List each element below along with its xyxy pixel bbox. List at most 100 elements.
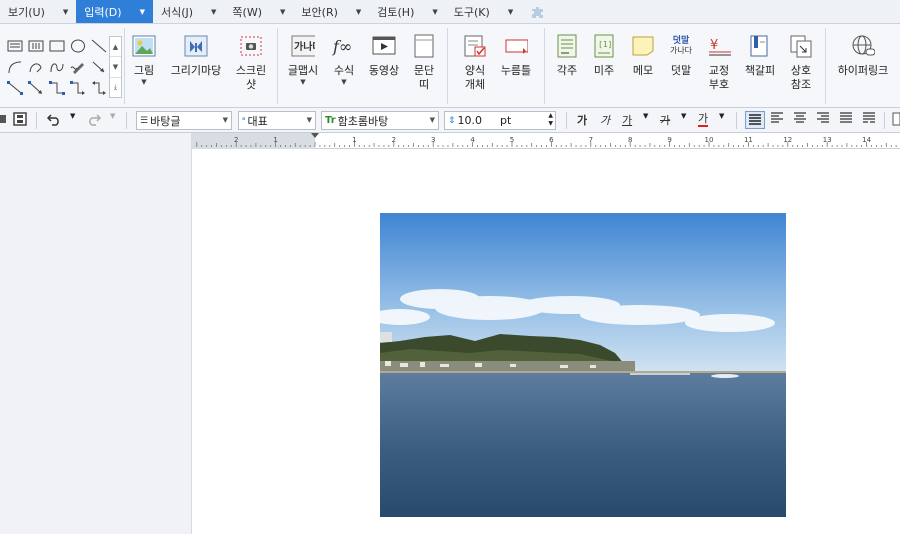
- font-size-combo[interactable]: ⇕ 10.0 pt ▲ ▼: [444, 111, 556, 130]
- chevron-down-icon[interactable]: ▼: [719, 112, 724, 120]
- chevron-down-icon[interactable]: ▼: [211, 8, 216, 16]
- screenshot-button[interactable]: 스크린 샷: [232, 34, 270, 92]
- endnote-label: 미주: [593, 64, 615, 77]
- text-art-button[interactable]: 가나다 글맵시 ▼: [284, 34, 322, 86]
- chevron-down-icon[interactable]: ▼: [356, 8, 361, 16]
- print-icon[interactable]: [0, 112, 8, 126]
- menu-page[interactable]: 쪽(W) ▼: [224, 0, 293, 23]
- line-icon[interactable]: [89, 36, 109, 56]
- toolbar-separator: [126, 112, 127, 129]
- strikethrough-button[interactable]: 가: [660, 112, 670, 128]
- seaside-landscape-photo[interactable]: [380, 213, 786, 517]
- menu-tools[interactable]: 도구(K) ▼: [446, 0, 521, 23]
- ruby-text-icon-top: 덧말: [672, 36, 690, 46]
- chevron-down-icon[interactable]: ▼: [70, 112, 75, 120]
- proofreading-mark-button[interactable]: ¥ 교정 부호: [703, 34, 735, 92]
- text-box-icon[interactable]: [5, 36, 25, 56]
- form-object-button[interactable]: 양식 개체: [456, 34, 494, 92]
- connector-elbow-double-icon[interactable]: [89, 78, 109, 98]
- scroll-up-icon[interactable]: ▲: [110, 37, 121, 58]
- hyperlink-button[interactable]: 하이퍼링크: [832, 34, 894, 78]
- redo-icon[interactable]: [86, 112, 102, 126]
- font-combo[interactable]: Tr 함초롬바탕 ▼: [321, 111, 439, 130]
- connector-arrow-icon[interactable]: [26, 78, 46, 98]
- rectangle-icon[interactable]: [47, 36, 67, 56]
- chevron-down-icon[interactable]: ▼: [141, 78, 146, 86]
- language-combo[interactable]: ᵃ 대표 ▼: [238, 111, 316, 130]
- align-right-icon[interactable]: [815, 112, 831, 124]
- freeform-icon[interactable]: [47, 57, 67, 77]
- align-justify-icon[interactable]: [745, 111, 765, 129]
- menu-view[interactable]: 보기(U) ▼: [0, 0, 76, 23]
- chevron-down-icon[interactable]: ▼: [307, 116, 312, 124]
- toolbar-separator: [36, 112, 37, 129]
- menu-review[interactable]: 검토(H) ▼: [369, 0, 446, 23]
- chevron-down-icon[interactable]: ▼: [341, 78, 346, 86]
- menu-insert[interactable]: 입력(D) ▼: [76, 0, 153, 23]
- chevron-down-icon[interactable]: ▼: [508, 8, 513, 16]
- chevron-down-icon[interactable]: ▼: [110, 112, 115, 120]
- style-combo[interactable]: ☰ 바탕글 ▼: [136, 111, 232, 130]
- chevron-down-icon[interactable]: ▼: [223, 116, 228, 124]
- picture-button[interactable]: 그림 ▼: [131, 34, 157, 86]
- form-object-label: 양식: [464, 64, 486, 77]
- font-size-unit: pt: [500, 114, 512, 127]
- arrow-line-icon[interactable]: [89, 57, 109, 77]
- chevron-down-icon[interactable]: ▼: [300, 78, 305, 86]
- curve-icon[interactable]: [26, 57, 46, 77]
- arc-icon[interactable]: [5, 57, 25, 77]
- chevron-down-icon[interactable]: ▼: [280, 8, 285, 16]
- ruler-number: 9: [667, 136, 671, 144]
- drawing-gallery-button[interactable]: 그리기마당: [165, 34, 227, 78]
- memo-button[interactable]: 메모: [628, 34, 658, 78]
- connector-straight-icon[interactable]: [5, 78, 25, 98]
- ruby-text-button[interactable]: 덧말 가나다 덧말: [666, 34, 696, 78]
- menu-security[interactable]: 보안(R) ▼: [293, 0, 369, 23]
- menu-format[interactable]: 서식(J) ▼: [153, 0, 224, 23]
- vertical-text-box-icon[interactable]: [26, 36, 46, 56]
- endnote-button[interactable]: [1] 미주: [590, 34, 618, 78]
- align-left-icon[interactable]: [769, 112, 785, 124]
- form-object-icon: [463, 34, 487, 58]
- chevron-down-icon[interactable]: ▼: [681, 112, 686, 120]
- save-icon[interactable]: [12, 112, 28, 126]
- font-color-button[interactable]: 가: [698, 112, 709, 127]
- align-center-icon[interactable]: [792, 112, 808, 124]
- paragraph-band-button[interactable]: 문단 띠: [410, 34, 438, 92]
- chevron-down-icon[interactable]: ▼: [140, 8, 145, 16]
- more-tools-icon[interactable]: [892, 112, 900, 126]
- equation-button[interactable]: f∞ 수식 ▼: [330, 34, 358, 86]
- chevron-down-icon[interactable]: ▼: [432, 8, 437, 16]
- paragraph-band-label2: 띠: [418, 78, 430, 91]
- video-button[interactable]: 동영상: [364, 34, 404, 78]
- footnote-button[interactable]: 각주: [553, 34, 581, 78]
- scroll-down-icon[interactable]: ▼: [110, 57, 121, 78]
- shape-gallery-scroll[interactable]: ▲ ▼ ⤓: [109, 36, 122, 98]
- menu-insert-label: 입력(D): [84, 5, 122, 19]
- click-field-button[interactable]: 누름틀: [496, 34, 536, 78]
- italic-button[interactable]: 가: [600, 112, 610, 128]
- connector-elbow-icon[interactable]: [47, 78, 67, 98]
- truetype-font-icon: Tr: [325, 115, 336, 126]
- distribute-icon[interactable]: [838, 112, 854, 124]
- chevron-down-icon[interactable]: ▼: [643, 112, 648, 120]
- connector-elbow-arrow-icon[interactable]: [68, 78, 88, 98]
- puzzle-icon[interactable]: [529, 5, 547, 19]
- divide-align-icon[interactable]: [861, 112, 877, 124]
- formatting-toolbar: ▼ ▼ ☰ 바탕글 ▼ ᵃ 대표 ▼ Tr 함초롬바탕 ▼ ⇕ 10.0 pt …: [0, 108, 900, 133]
- chevron-down-icon[interactable]: ▼: [430, 116, 435, 124]
- bookmark-button[interactable]: 책갈피: [740, 34, 780, 78]
- video-icon: [372, 34, 396, 58]
- ellipse-icon[interactable]: [68, 36, 88, 56]
- chevron-down-icon[interactable]: ▼: [63, 8, 68, 16]
- bold-button[interactable]: 가: [577, 112, 587, 128]
- font-size-stepper[interactable]: ▲ ▼: [548, 112, 553, 128]
- underline-button[interactable]: 가: [622, 112, 632, 128]
- cross-reference-button[interactable]: 상호 참조: [786, 34, 816, 92]
- pen-icon[interactable]: [68, 57, 88, 77]
- horizontal-ruler[interactable]: 2 1 1 2 3 4 5 6 7 8 9 10 11 12 13 14: [192, 133, 900, 149]
- expand-gallery-icon[interactable]: ⤓: [110, 78, 121, 97]
- undo-icon[interactable]: [46, 112, 62, 126]
- menu-security-label: 보안(R): [301, 5, 338, 19]
- paragraph-band-label: 문단: [413, 64, 435, 77]
